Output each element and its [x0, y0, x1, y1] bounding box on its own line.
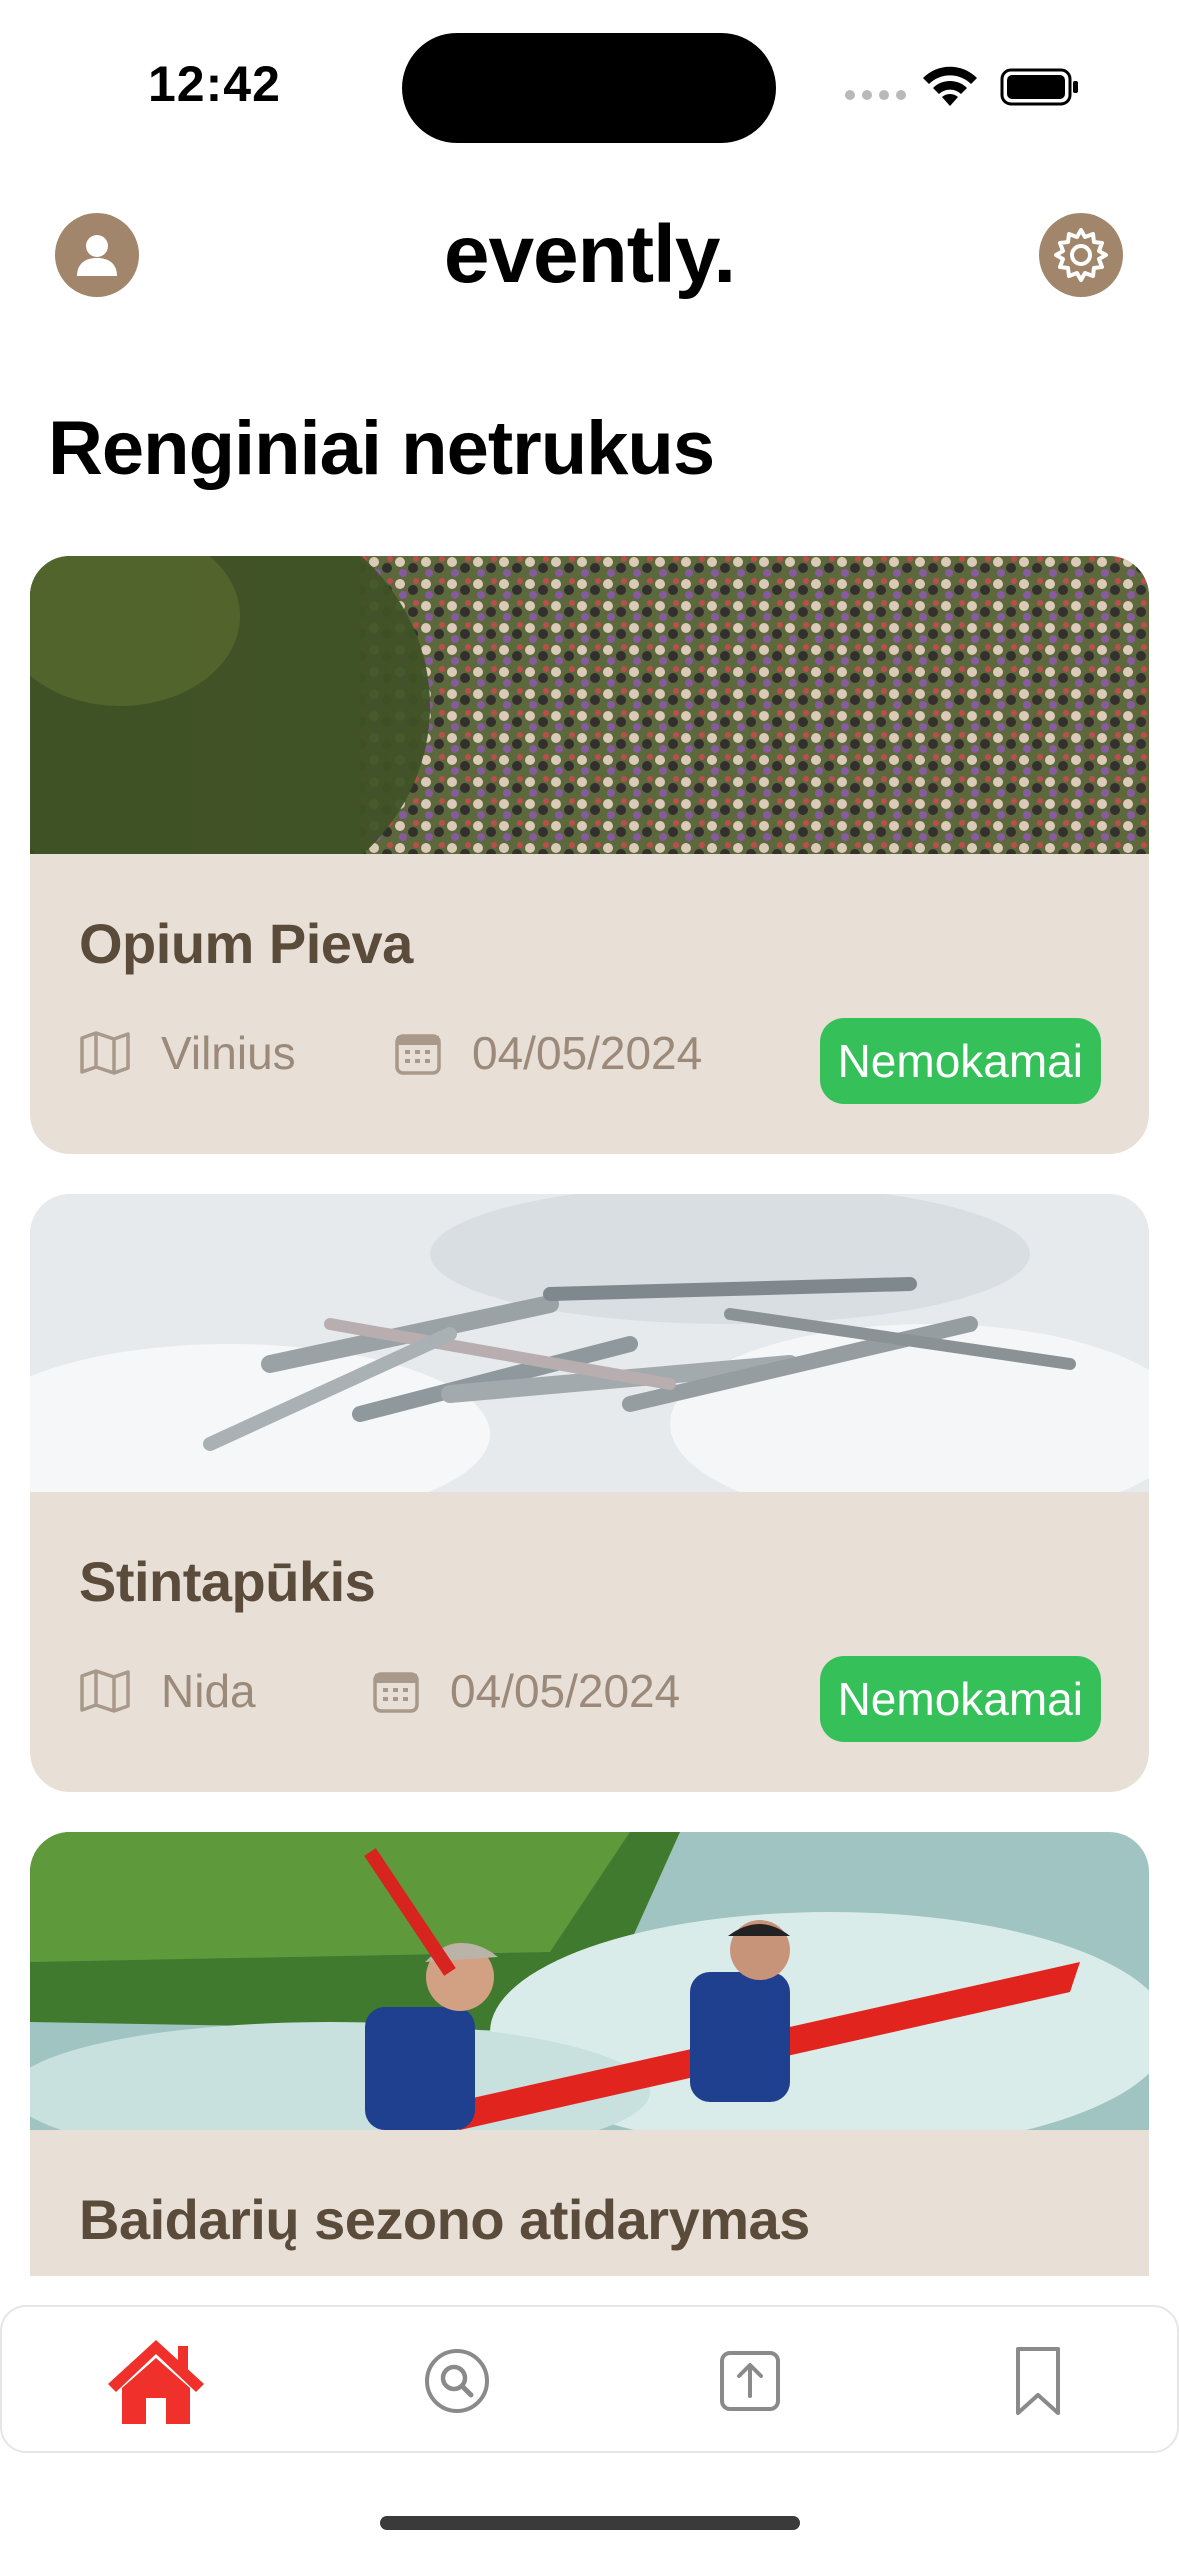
dynamic-island: [402, 33, 776, 143]
event-location-text: Nida: [161, 1665, 256, 1717]
calendar-icon: [373, 1672, 419, 1713]
event-location-text: Vilnius: [161, 1027, 296, 1079]
settings-button[interactable]: [1039, 213, 1123, 297]
gear-icon: [1054, 228, 1108, 282]
cellular-signal-icon: [845, 90, 906, 100]
event-card[interactable]: Baidarių sezono atidarymas: [30, 1832, 1149, 2276]
tab-search[interactable]: [397, 2307, 517, 2455]
event-image-smelt-fish: [30, 1194, 1149, 1492]
tab-upload[interactable]: [690, 2307, 810, 2455]
event-date-text: 04/05/2024: [450, 1665, 681, 1717]
battery-icon: [1000, 68, 1078, 106]
event-title: Opium Pieva: [79, 912, 413, 975]
event-date: 04/05/2024: [372, 1664, 680, 1718]
event-title: Baidarių sezono atidarymas: [79, 2188, 810, 2251]
app-header: evently.: [0, 200, 1179, 310]
map-icon: [80, 1669, 130, 1713]
event-image-kayak: [30, 1832, 1149, 2130]
search-icon: [425, 2349, 489, 2413]
event-location: Vilnius: [79, 1026, 296, 1080]
event-image-crowd: [30, 556, 1149, 854]
calendar-icon: [395, 1034, 441, 1075]
upload-icon: [720, 2351, 780, 2411]
event-feed[interactable]: Opium Pieva Vilnius 04/05/2024 Nemokamai: [30, 556, 1149, 2276]
status-time: 12:42: [148, 56, 281, 112]
home-indicator[interactable]: [380, 2516, 800, 2530]
home-icon: [108, 2340, 204, 2424]
section-title: Renginiai netrukus: [48, 406, 715, 491]
event-location: Nida: [79, 1664, 256, 1718]
bookmark-icon: [1016, 2347, 1060, 2415]
event-date-text: 04/05/2024: [472, 1027, 703, 1079]
event-date: 04/05/2024: [394, 1026, 702, 1080]
event-title: Stintapūkis: [79, 1550, 376, 1613]
price-badge: Nemokamai: [819, 1018, 1101, 1104]
app-title: evently.: [443, 209, 736, 300]
wifi-icon: [923, 66, 977, 106]
status-bar: 12:42: [0, 0, 1179, 170]
event-card[interactable]: Opium Pieva Vilnius 04/05/2024 Nemokamai: [30, 556, 1149, 1154]
event-card[interactable]: Stintapūkis Nida 04/05/2024 Nemokamai: [30, 1194, 1149, 1792]
tab-bookmarks[interactable]: [978, 2307, 1098, 2455]
tab-home[interactable]: [96, 2307, 216, 2455]
price-badge: Nemokamai: [819, 1656, 1101, 1742]
map-icon: [80, 1031, 130, 1075]
tab-bar: [0, 2305, 1179, 2453]
